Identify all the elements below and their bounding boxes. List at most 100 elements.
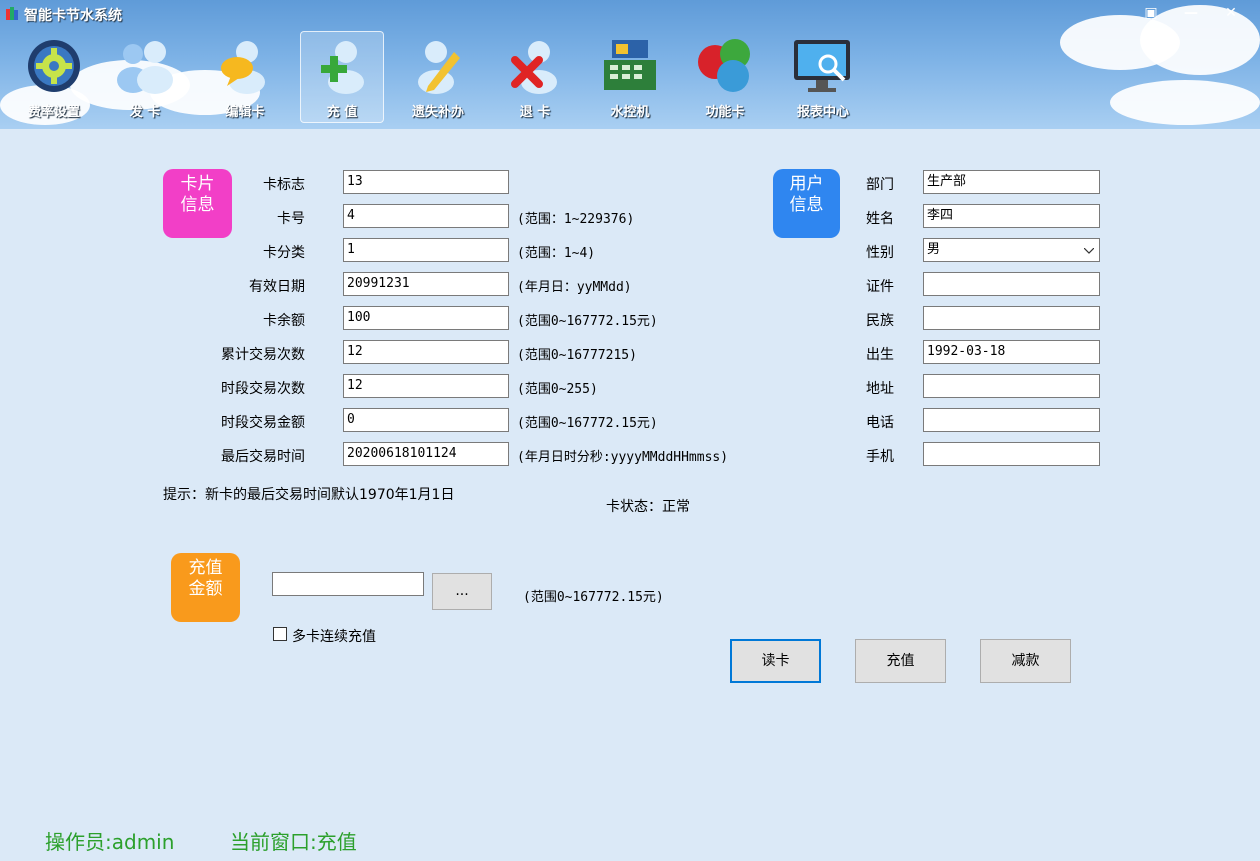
birth-input[interactable]: 1992-03-18 — [923, 340, 1100, 364]
badge-line: 信息 — [180, 195, 215, 215]
card-class-hint: (范围：1~4) — [517, 246, 596, 261]
ethnicity-label: 民族 — [866, 313, 894, 329]
chevron-down-icon — [1084, 248, 1094, 254]
card-info-badge: 卡片 信息 — [163, 169, 232, 238]
id-doc-input[interactable] — [923, 272, 1100, 296]
gender-select[interactable]: 男 — [923, 238, 1100, 262]
restore-button[interactable]: ▣ — [1140, 3, 1162, 25]
operator-name: admin — [111, 830, 175, 854]
period-trans-amount-input[interactable]: 0 — [343, 408, 509, 432]
department-label: 部门 — [866, 177, 894, 193]
recharge-range-hint: (范围0~167772.15元) — [523, 590, 664, 605]
toolbar-return-card[interactable]: 退 卡 — [495, 32, 575, 122]
mobile-input[interactable] — [923, 442, 1100, 466]
keypad-browse-button[interactable]: ... — [432, 573, 492, 610]
toolbar-label: 退 卡 — [519, 105, 551, 120]
expiry-date-input[interactable]: 20991231 — [343, 272, 509, 296]
toolbar-label: 充 值 — [326, 105, 358, 120]
toolbar-label: 编辑卡 — [225, 105, 265, 120]
new-card-tip: 提示：新卡的最后交易时间默认1970年1月1日 — [163, 487, 455, 503]
total-trans-count-hint: (范围0~16777215) — [517, 348, 637, 363]
operator-label: 操作员: — [45, 830, 112, 854]
card-number-label: 卡号 — [277, 211, 305, 227]
gear-icon — [28, 40, 80, 92]
card-class-label: 卡分类 — [263, 245, 305, 261]
toolbar-water-controller[interactable]: 水控机 — [590, 32, 670, 122]
read-card-button[interactable]: 读卡 — [730, 639, 821, 683]
toolbar-label: 遗失补办 — [411, 105, 464, 120]
toolbar-report-center[interactable]: 报表中心 — [783, 32, 863, 122]
badge-line: 充值 — [188, 558, 223, 578]
users-icon — [117, 41, 173, 94]
toolbar-recharge[interactable]: 充 值 — [300, 31, 384, 123]
toolbar-label: 功能卡 — [705, 105, 745, 120]
address-label: 地址 — [866, 381, 894, 397]
period-trans-count-input[interactable]: 12 — [343, 374, 509, 398]
card-balance-input[interactable]: 100 — [343, 306, 509, 330]
toolbar-lost-reissue[interactable]: 遗失补办 — [398, 32, 478, 122]
window-title: 智能卡节水系统 — [24, 8, 122, 24]
user-add-icon — [321, 41, 364, 94]
user-chat-icon — [221, 41, 265, 94]
close-button[interactable]: ✕ — [1220, 3, 1242, 25]
name-label: 姓名 — [866, 211, 894, 227]
color-balls-icon — [698, 39, 750, 92]
period-trans-amount-label: 时段交易金额 — [221, 415, 305, 431]
current-window-status: 当前窗口:充值 — [230, 826, 357, 855]
toolbar-rate-settings[interactable]: 费率设置 — [14, 32, 94, 122]
card-class-input[interactable]: 1 — [343, 238, 509, 262]
card-number-input[interactable]: 4 — [343, 204, 509, 228]
phone-label: 电话 — [866, 415, 894, 431]
toolbar-label: 发 卡 — [129, 105, 161, 120]
address-input[interactable] — [923, 374, 1100, 398]
monitor-search-icon — [794, 40, 850, 92]
card-balance-label: 卡余额 — [263, 313, 305, 329]
toolbar-function-card[interactable]: 功能卡 — [685, 32, 765, 122]
last-trans-time-input[interactable]: 20200618101124 — [343, 442, 509, 466]
mobile-label: 手机 — [866, 449, 894, 465]
multi-card-checkbox[interactable] — [273, 627, 287, 641]
phone-input[interactable] — [923, 408, 1100, 432]
card-number-hint: (范围：1~229376) — [517, 212, 635, 227]
birth-label: 出生 — [866, 347, 894, 363]
department-input[interactable]: 生产部 — [923, 170, 1100, 194]
gender-value: 男 — [927, 242, 941, 257]
expiry-date-hint: (年月日：yyMMdd) — [517, 280, 632, 295]
badge-line: 信息 — [789, 195, 824, 215]
user-remove-icon — [511, 41, 557, 94]
card-flag-label: 卡标志 — [263, 177, 305, 193]
last-trans-time-label: 最后交易时间 — [221, 449, 305, 465]
recharge-amount-input[interactable] — [272, 572, 424, 596]
card-flag-input[interactable]: 13 — [343, 170, 509, 194]
id-doc-label: 证件 — [866, 279, 894, 295]
total-trans-count-input[interactable]: 12 — [343, 340, 509, 364]
current-window-label: 当前窗口: — [230, 830, 317, 854]
recharge-button[interactable]: 充值 — [855, 639, 946, 683]
toolbar-label: 费率设置 — [27, 105, 80, 120]
toolbar-issue-card[interactable]: 发 卡 — [105, 32, 185, 122]
badge-line: 用户 — [789, 174, 824, 194]
period-trans-amount-hint: (范围0~167772.15元) — [517, 416, 658, 431]
expiry-date-label: 有效日期 — [249, 279, 305, 295]
minimize-button[interactable]: — — [1180, 3, 1202, 25]
last-trans-time-hint: (年月日时分秒:yyyyMMddHHmmss) — [517, 450, 729, 465]
period-trans-count-hint: (范围0~255) — [517, 382, 598, 397]
toolbar-edit-card[interactable]: 编辑卡 — [205, 32, 285, 122]
name-input[interactable]: 李四 — [923, 204, 1100, 228]
card-status: 卡状态：正常 — [606, 499, 690, 515]
user-info-badge: 用户 信息 — [773, 169, 840, 238]
title-toolbar-band: 智能卡节水系统 ▣ — ✕ 费率设置 发 卡 编辑卡 充 值 遗失补办 退 卡 … — [0, 0, 1260, 129]
ethnicity-input[interactable] — [923, 306, 1100, 330]
period-trans-count-label: 时段交易次数 — [221, 381, 305, 397]
deduct-button[interactable]: 减款 — [980, 639, 1071, 683]
multi-card-label[interactable]: 多卡连续充值 — [292, 626, 376, 646]
app-logo-icon — [6, 7, 18, 20]
recharge-amount-badge: 充值 金额 — [171, 553, 240, 622]
badge-line: 金额 — [188, 579, 223, 599]
current-window-name: 充值 — [316, 830, 357, 854]
card-balance-hint: (范围0~167772.15元) — [517, 314, 658, 329]
operator-status: 操作员:admin — [45, 826, 174, 855]
user-edit-icon — [418, 41, 460, 94]
badge-line: 卡片 — [180, 174, 215, 194]
cash-register-icon — [604, 40, 656, 90]
